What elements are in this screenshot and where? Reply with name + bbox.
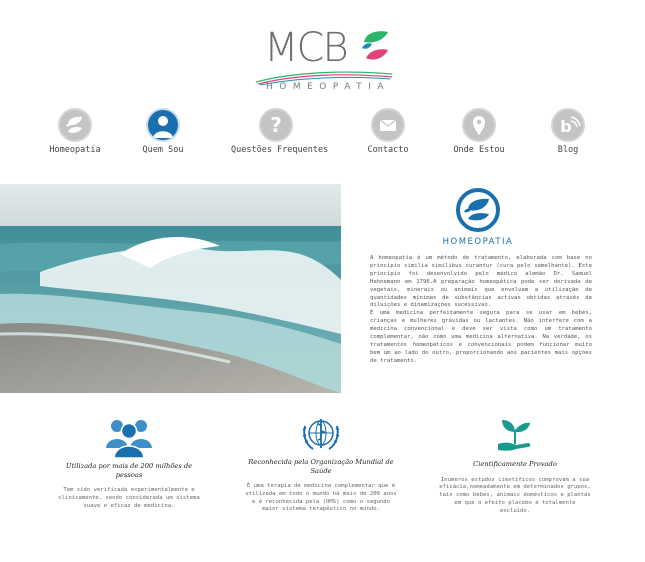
svg-text:?: ? (270, 113, 282, 137)
feature-who: Reconhecida pela Organização Mundial de … (244, 414, 398, 514)
feature-title: Utilizada por mais de 200 milhões de pes… (65, 462, 193, 479)
ocean-wave-image (0, 184, 341, 393)
homeopatia-logo-icon (456, 188, 500, 232)
feature-text: Tem sido verificada experimentalmente e … (58, 487, 200, 509)
homeopatia-description: A homeopatia é um método de tratamento, … (370, 255, 592, 366)
feature-text: Inúmeros estudos científicos comprovam a… (439, 476, 591, 514)
main-nav: Homeopatia Quem Sou ? Questões Frequente… (0, 108, 645, 158)
nav-item-contacto[interactable]: Contacto (343, 108, 433, 155)
nav-label: Onde Estou (453, 145, 505, 155)
leaves-icon (58, 108, 92, 142)
nav-item-questoes-frequentes[interactable]: ? Questões Frequentes (231, 108, 329, 155)
leaves-logo-icon (362, 31, 388, 60)
brand-logo[interactable]: MCB HOMEOPATIA (240, 24, 410, 96)
person-icon (146, 108, 180, 142)
feature-title: Reconhecida pela Organização Mundial de … (248, 458, 394, 475)
svg-text:b: b (560, 117, 571, 136)
feature-users: Utilizada por mais de 200 milhões de pes… (52, 414, 206, 510)
map-pin-icon (462, 108, 496, 142)
nav-item-blog[interactable]: b Blog (523, 108, 613, 155)
nav-label: Contacto (367, 145, 409, 155)
homeopatia-paragraph: A homeopatia é um método de tratamento, … (370, 255, 592, 309)
feature-text: É uma terapia de medicina complementar q… (245, 483, 397, 513)
nav-label: Questões Frequentes (231, 145, 329, 155)
who-emblem-icon (302, 419, 340, 450)
nav-item-homeopatia[interactable]: Homeopatia (30, 108, 120, 155)
sprout-hand-icon (498, 420, 531, 451)
nav-label: Blog (557, 145, 579, 155)
blog-icon: b (551, 108, 585, 142)
nav-label: Quem Sou (142, 145, 184, 155)
feature-title: Cientificamente Provado (473, 460, 557, 468)
question-icon: ? (259, 108, 293, 142)
envelope-icon (371, 108, 405, 142)
brand-subtitle: HOMEOPATIA (265, 82, 390, 92)
group-people-icon (106, 420, 152, 458)
homeopatia-paragraph: É uma medicina perfeitamente segura para… (370, 310, 592, 364)
homeopatia-title: HOMEOPATIA (442, 237, 514, 247)
nav-item-onde-estou[interactable]: Onde Estou (434, 108, 524, 155)
brand-name: MCB (264, 25, 349, 71)
nav-label: Homeopatia (49, 145, 101, 155)
nav-item-quem-sou[interactable]: Quem Sou (118, 108, 208, 155)
feature-science: Cientificamente Provado Inúmeros estudos… (438, 414, 592, 515)
